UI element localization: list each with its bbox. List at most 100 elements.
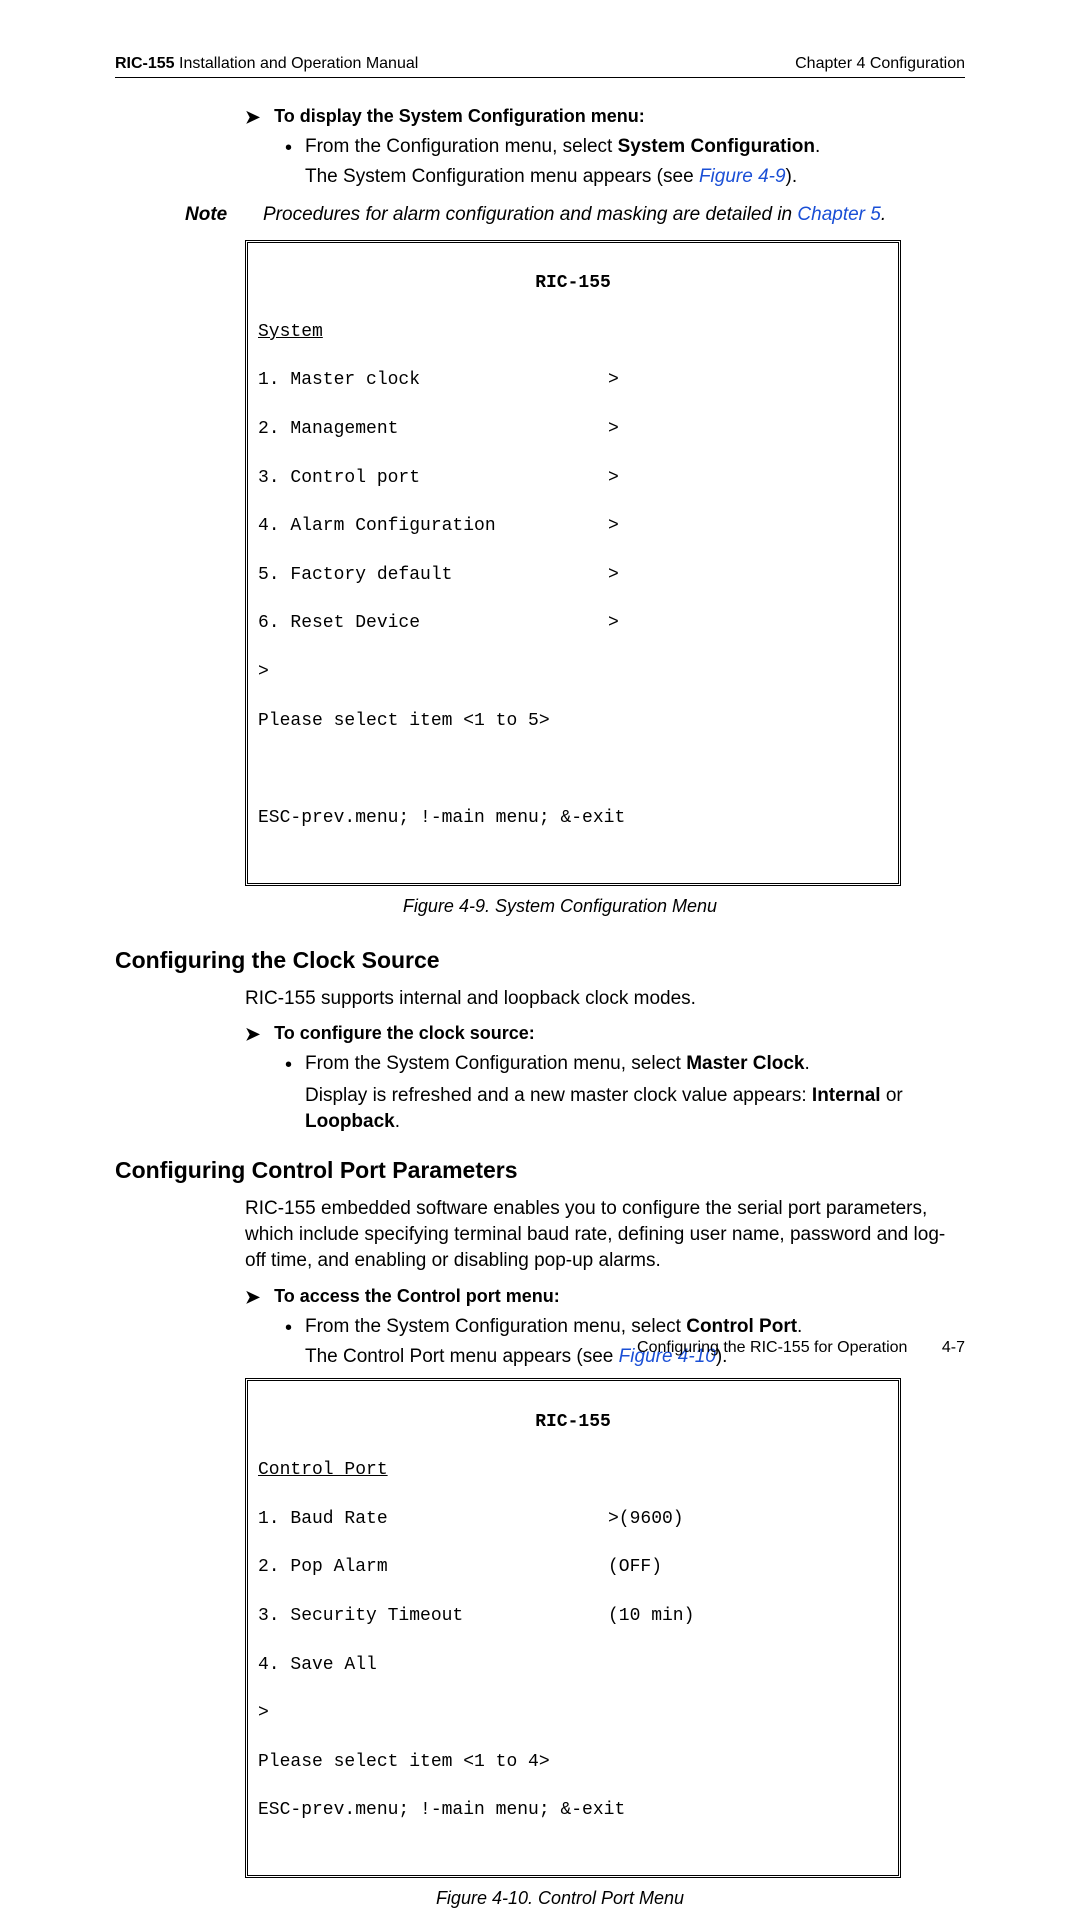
- menu-item-master-clock: 1. Master clock>: [258, 368, 888, 392]
- figure-caption-4-10: Figure 4-10. Control Port Menu: [245, 1888, 875, 1909]
- note-body: Procedures for alarm configuration and m…: [263, 204, 886, 226]
- procedure-bullet: • From the System Configuration menu, se…: [285, 1053, 965, 1077]
- arrow-icon: ➤: [245, 106, 260, 128]
- bullet-pre: From the System Configuration menu, sele…: [305, 1053, 686, 1074]
- menu-value: (10 min): [608, 1604, 694, 1628]
- section-para-controlport: RIC-155 embedded software enables you to…: [245, 1196, 965, 1275]
- page-footer: Configuring the RIC-155 for Operation 4-…: [637, 1339, 965, 1357]
- menu-item-save-all: 4. Save All: [258, 1653, 888, 1677]
- procedure-display-sysconfig: ➤ To display the System Configuration me…: [245, 106, 965, 188]
- header-title-rest: Installation and Operation Manual: [175, 55, 419, 72]
- bullet-text: From the System Configuration menu, sele…: [305, 1316, 965, 1338]
- menu-label: 3. Security Timeout: [258, 1604, 608, 1628]
- menu-item-baud-rate: 1. Baud Rate>(9600): [258, 1507, 888, 1531]
- procedure-subtext: The System Configuration menu appears (s…: [305, 166, 965, 188]
- sub-bold1: Internal: [812, 1085, 881, 1106]
- bullet-text: From the Configuration menu, select Syst…: [305, 136, 965, 158]
- menu-label: 1. Baud Rate: [258, 1507, 608, 1531]
- bullet-post: .: [797, 1316, 802, 1337]
- menu-arrow-icon: >: [608, 466, 619, 490]
- note-pre: Procedures for alarm configuration and m…: [263, 204, 797, 225]
- procedure-title: To access the Control port menu:: [274, 1286, 560, 1307]
- terminal-please: Please select item <1 to 4>: [258, 1750, 888, 1774]
- menu-label: 4. Save All: [258, 1653, 608, 1677]
- menu-label: 6. Reset Device: [258, 611, 608, 635]
- menu-item-control-port: 3. Control port>: [258, 466, 888, 490]
- figure-link[interactable]: Figure 4-9: [699, 166, 786, 187]
- section-para-clock: RIC-155 supports internal and loopback c…: [245, 986, 965, 1012]
- menu-arrow-icon: >: [608, 368, 619, 392]
- menu-item-management: 2. Management>: [258, 417, 888, 441]
- menu-label: 1. Master clock: [258, 368, 608, 392]
- terminal-sysconfig: RIC-155 System 1. Master clock> 2. Manag…: [245, 240, 901, 886]
- footer-page-number: 4-7: [942, 1339, 965, 1356]
- menu-arrow-icon: >: [608, 417, 619, 441]
- menu-item-pop-alarm: 2. Pop Alarm(OFF): [258, 1555, 888, 1579]
- arrow-icon: ➤: [245, 1023, 260, 1045]
- procedure-title: To display the System Configuration menu…: [274, 106, 645, 127]
- terminal-controlport: RIC-155 Control Port 1. Baud Rate>(9600)…: [245, 1378, 901, 1878]
- bullet-bold: Control Port: [686, 1316, 797, 1337]
- menu-label: 3. Control port: [258, 466, 608, 490]
- page: RIC-155 Installation and Operation Manua…: [0, 0, 1080, 1397]
- bullet-icon: •: [285, 1053, 305, 1077]
- terminal-prompt: >: [258, 1701, 888, 1725]
- sub-mid: or: [881, 1085, 903, 1106]
- bullet-post: .: [815, 136, 820, 157]
- sub-pre: Display is refreshed and a new master cl…: [305, 1085, 812, 1106]
- figure-caption-4-9: Figure 4-9. System Configuration Menu: [245, 896, 875, 917]
- sub-post: .: [395, 1111, 400, 1132]
- sub-pre: The System Configuration menu appears (s…: [305, 166, 699, 187]
- bullet-pre: From the Configuration menu, select: [305, 136, 618, 157]
- bullet-icon: •: [285, 136, 305, 160]
- header-right: Chapter 4 Configuration: [795, 55, 965, 73]
- menu-label: 2. Management: [258, 417, 608, 441]
- sub-pre: The Control Port menu appears (see: [305, 1346, 619, 1367]
- bullet-icon: •: [285, 1316, 305, 1340]
- menu-item-reset-device: 6. Reset Device>: [258, 611, 888, 635]
- terminal-please: Please select item <1 to 5>: [258, 709, 888, 733]
- procedure-bullet: • From the System Configuration menu, se…: [285, 1316, 965, 1340]
- terminal-prompt: >: [258, 660, 888, 684]
- procedure-title: To configure the clock source:: [274, 1023, 535, 1044]
- note-post: .: [881, 204, 886, 225]
- sub-post: ).: [786, 166, 798, 187]
- terminal-footer: ESC-prev.menu; !-main menu; &-exit: [258, 1798, 888, 1822]
- procedure-title-line: ➤ To configure the clock source:: [245, 1023, 965, 1045]
- procedure-bullet: • From the Configuration menu, select Sy…: [285, 136, 965, 160]
- terminal-title: RIC-155: [258, 271, 888, 295]
- menu-arrow-icon: >: [608, 514, 619, 538]
- note-row: Note Procedures for alarm configuration …: [185, 204, 965, 226]
- procedure-title-line: ➤ To access the Control port menu:: [245, 1286, 965, 1308]
- sub-bold2: Loopback: [305, 1111, 395, 1132]
- footer-text: Configuring the RIC-155 for Operation: [637, 1339, 907, 1356]
- bullet-text: From the System Configuration menu, sele…: [305, 1053, 965, 1075]
- menu-item-security-timeout: 3. Security Timeout(10 min): [258, 1604, 888, 1628]
- arrow-icon: ➤: [245, 1286, 260, 1308]
- chapter-link[interactable]: Chapter 5: [797, 204, 880, 225]
- procedure-title-line: ➤ To display the System Configuration me…: [245, 106, 965, 128]
- section-heading-controlport: Configuring Control Port Parameters: [115, 1157, 965, 1184]
- page-header: RIC-155 Installation and Operation Manua…: [115, 55, 965, 78]
- terminal-footer: ESC-prev.menu; !-main menu; &-exit: [258, 806, 888, 830]
- menu-item-alarm-config: 4. Alarm Configuration>: [258, 514, 888, 538]
- bullet-bold: System Configuration: [618, 136, 815, 157]
- header-product: RIC-155: [115, 55, 175, 72]
- menu-value: (OFF): [608, 1555, 662, 1579]
- procedure-subtext: Display is refreshed and a new master cl…: [305, 1083, 965, 1134]
- menu-label: 2. Pop Alarm: [258, 1555, 608, 1579]
- section-heading-clock: Configuring the Clock Source: [115, 947, 965, 974]
- terminal-title: RIC-155: [258, 1410, 888, 1434]
- terminal-blank: [258, 757, 888, 781]
- menu-item-factory-default: 5. Factory default>: [258, 563, 888, 587]
- header-left: RIC-155 Installation and Operation Manua…: [115, 55, 418, 73]
- bullet-pre: From the System Configuration menu, sele…: [305, 1316, 686, 1337]
- bullet-post: .: [805, 1053, 810, 1074]
- menu-label: 5. Factory default: [258, 563, 608, 587]
- menu-value: >(9600): [608, 1507, 684, 1531]
- terminal-heading: System: [258, 320, 888, 344]
- terminal-heading: Control Port: [258, 1458, 888, 1482]
- procedure-configure-clock: ➤ To configure the clock source: • From …: [245, 1023, 965, 1134]
- menu-arrow-icon: >: [608, 563, 619, 587]
- menu-arrow-icon: >: [608, 611, 619, 635]
